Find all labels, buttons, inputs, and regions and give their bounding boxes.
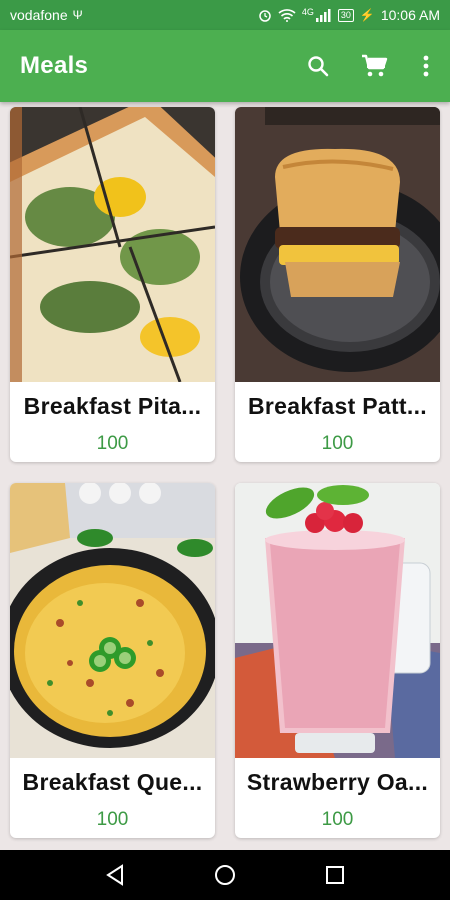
alarm-icon [259, 10, 271, 22]
recents-icon [326, 866, 344, 884]
cart-button[interactable] [346, 38, 402, 94]
meal-card[interactable]: Breakfast Que... 100 [10, 483, 215, 838]
meal-name: Breakfast Que... [22, 769, 203, 795]
network-type: 4G [301, 7, 314, 17]
meal-name: Breakfast Patt... [248, 393, 427, 419]
app-bar: Meals [0, 30, 450, 102]
signal-icon [315, 9, 331, 22]
clock: 10:06 AM [380, 7, 440, 23]
meal-card[interactable]: Strawberry Oa... 100 [235, 483, 440, 838]
more-options-button[interactable] [402, 38, 450, 94]
charging-icon: ⚡ [359, 8, 375, 22]
wifi-icon [278, 9, 296, 22]
status-bar: vodafone Ψ 4G 30 ⚡ 10:06 AM [0, 0, 450, 30]
meal-price: 100 [321, 809, 354, 830]
meal-card[interactable]: Breakfast Pita... 100 [10, 107, 215, 462]
meal-price: 100 [96, 809, 129, 830]
page-title: Meals [20, 52, 89, 79]
back-button[interactable] [90, 850, 140, 900]
meal-image [235, 483, 440, 758]
more-vert-icon [423, 55, 429, 77]
meal-image [235, 107, 440, 382]
back-icon [106, 864, 123, 886]
meal-card[interactable]: Breakfast Patt... 100 [235, 107, 440, 462]
home-icon [215, 865, 235, 885]
meal-price: 100 [321, 433, 354, 454]
battery-icon: 30 [337, 8, 354, 22]
search-button[interactable] [290, 38, 346, 94]
search-icon [308, 56, 329, 77]
usb-icon: Ψ [72, 8, 83, 22]
system-nav-bar [0, 850, 450, 900]
meal-name: Strawberry Oa... [246, 769, 429, 795]
home-button[interactable] [200, 850, 250, 900]
recents-button[interactable] [310, 850, 360, 900]
meal-price: 100 [96, 433, 129, 454]
carrier-label: vodafone [10, 7, 68, 23]
meal-image [10, 107, 215, 382]
meal-image [10, 483, 215, 758]
cart-icon [362, 54, 388, 77]
meal-name: Breakfast Pita... [23, 393, 202, 419]
